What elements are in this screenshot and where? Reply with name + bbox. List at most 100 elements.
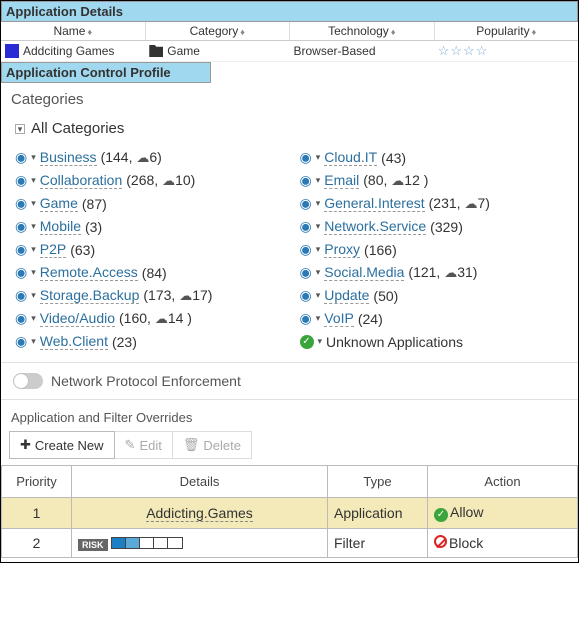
cell-technology-text: Browser-Based [294, 44, 376, 58]
cat-count: (160, ☁14 ) [119, 310, 192, 327]
sort-icon: ♦ [532, 27, 537, 37]
details-link[interactable]: Addicting.Games [146, 505, 253, 522]
caret-icon: ▾ [316, 175, 321, 186]
trash-icon: 🗑 [183, 437, 200, 453]
th-action[interactable]: Action [428, 466, 578, 498]
overrides-table: Priority Details Type Action 1 Addicting… [1, 465, 578, 558]
caret-icon: ▾ [316, 244, 321, 255]
sort-icon: ♦ [391, 27, 396, 37]
cat-name[interactable]: Update [324, 287, 369, 304]
risk-meter-icon [111, 537, 183, 549]
eye-icon: ◉ [15, 310, 27, 327]
cat-name[interactable]: Email [324, 172, 359, 189]
caret-icon: ▾ [31, 290, 36, 301]
cat-name[interactable]: Game [40, 195, 78, 212]
caret-icon: ▾ [31, 244, 36, 255]
cloud-icon: ☁ [162, 173, 175, 189]
col-popularity[interactable]: Popularity♦ [435, 22, 579, 40]
risk-badge: RISK [78, 539, 108, 551]
cat-count: (87) [82, 196, 107, 212]
category-item[interactable]: ◉▾ Business (144, ☁6) [15, 149, 280, 166]
eye-icon: ◉ [15, 149, 27, 166]
sort-icon: ♦ [87, 27, 92, 37]
eye-icon: ◉ [300, 218, 312, 235]
category-item[interactable]: ◉▾ Storage.Backup (173, ☁17) [15, 287, 280, 304]
cat-name[interactable]: Remote.Access [40, 264, 138, 281]
cat-name[interactable]: Social.Media [324, 264, 404, 281]
category-item[interactable]: ◉▾ VoIP (24) [300, 310, 565, 327]
category-item[interactable]: ◉▾ Collaboration (268, ☁10) [15, 172, 280, 189]
cell-priority: 2 [2, 528, 72, 557]
eye-icon: ◉ [15, 241, 27, 258]
cat-count: (166) [364, 242, 397, 258]
cat-name[interactable]: VoIP [324, 310, 354, 327]
cloud-icon: ☁ [391, 173, 404, 189]
table-row[interactable]: 2 RISK Filter Block [2, 528, 578, 557]
cat-name[interactable]: Collaboration [40, 172, 123, 189]
cat-name[interactable]: Cloud.IT [324, 149, 377, 166]
app-details-row[interactable]: Addciting Games Game Browser-Based ☆☆☆☆ [1, 41, 578, 62]
category-item[interactable]: ◉ ▾ Video/Audio (160, ☁14 ) [15, 310, 280, 327]
create-new-button[interactable]: ✚Create New [9, 431, 115, 459]
edit-button[interactable]: ✎Edit [115, 431, 173, 459]
caret-icon: ▾ [31, 221, 36, 232]
cat-name[interactable]: Mobile [40, 218, 81, 235]
cell-action: ✓Allow [428, 498, 578, 529]
category-item[interactable]: ◉▾ P2P (63) [15, 241, 280, 258]
app-details-header: Application Details [1, 1, 578, 22]
category-item[interactable]: ◉ ▾ Network.Service (329) [300, 218, 565, 235]
cell-name: Addciting Games [1, 41, 145, 61]
cat-name[interactable]: P2P [40, 241, 66, 258]
eye-icon: ◉ [15, 218, 27, 235]
npe-row: Network Protocol Enforcement [1, 362, 578, 400]
category-item[interactable]: ◉ ▾ Proxy (166) [300, 241, 565, 258]
caret-icon: ▾ [31, 313, 36, 324]
cat-name[interactable]: Storage.Backup [40, 287, 140, 304]
th-type[interactable]: Type [328, 466, 428, 498]
cat-name[interactable]: General.Interest [324, 195, 424, 212]
sort-icon: ♦ [240, 27, 245, 37]
cat-name[interactable]: Proxy [324, 241, 360, 258]
cat-count: (268, ☁10) [126, 172, 195, 189]
cell-priority: 1 [2, 498, 72, 529]
action-text: Block [449, 535, 483, 551]
category-item[interactable]: ◉▾ Web.Client (23) [15, 333, 280, 350]
category-item[interactable]: ◉▾ General.Interest (231, ☁7) [300, 195, 565, 212]
th-details[interactable]: Details [72, 466, 328, 498]
category-item[interactable]: ✓▾ Unknown Applications [300, 333, 565, 350]
cat-name[interactable]: Web.Client [40, 333, 108, 350]
table-row[interactable]: 1 Addicting.Games Application ✓Allow [2, 498, 578, 529]
cat-name[interactable]: Network.Service [324, 218, 426, 235]
col-category[interactable]: Category♦ [146, 22, 291, 40]
cat-name[interactable]: Video/Audio [40, 310, 115, 327]
caret-icon: ▾ [316, 290, 321, 301]
col-technology[interactable]: Technology♦ [290, 22, 435, 40]
npe-toggle[interactable] [13, 373, 43, 389]
cat-name[interactable]: Business [40, 149, 97, 166]
caret-icon: ▾ [316, 221, 321, 232]
col-category-label: Category [190, 24, 239, 38]
app-icon [5, 44, 19, 58]
category-item[interactable]: ◉▾ Update (50) [300, 287, 565, 304]
cat-count: (329) [430, 219, 463, 235]
overrides-toolbar: ✚Create New ✎Edit 🗑Delete [1, 431, 578, 465]
category-item[interactable]: ◉▾ Email (80, ☁12 ) [300, 172, 565, 189]
category-item[interactable]: ◉▾ Social.Media (121, ☁31) [300, 264, 565, 281]
eye-icon: ◉ [15, 195, 27, 212]
profile-header: Application Control Profile [1, 62, 211, 83]
delete-button[interactable]: 🗑Delete [173, 431, 252, 459]
all-categories-label: All Categories [31, 120, 124, 137]
cell-type: Application [328, 498, 428, 529]
all-categories-toggle[interactable]: ▾ All Categories [1, 116, 578, 147]
category-item[interactable]: ◉▾ Cloud.IT (43) [300, 149, 565, 166]
cat-name: Unknown Applications [326, 334, 463, 350]
eye-icon: ◉ [300, 241, 312, 258]
caret-icon: ▾ [318, 336, 323, 347]
th-priority[interactable]: Priority [2, 466, 72, 498]
col-name[interactable]: Name♦ [1, 22, 146, 40]
category-item[interactable]: ◉▾ Mobile (3) [15, 218, 280, 235]
category-item[interactable]: ◉▾ Game (87) [15, 195, 280, 212]
cell-type: Filter [328, 528, 428, 557]
cloud-icon: ☁ [155, 311, 168, 327]
category-item[interactable]: ◉▾ Remote.Access (84) [15, 264, 280, 281]
